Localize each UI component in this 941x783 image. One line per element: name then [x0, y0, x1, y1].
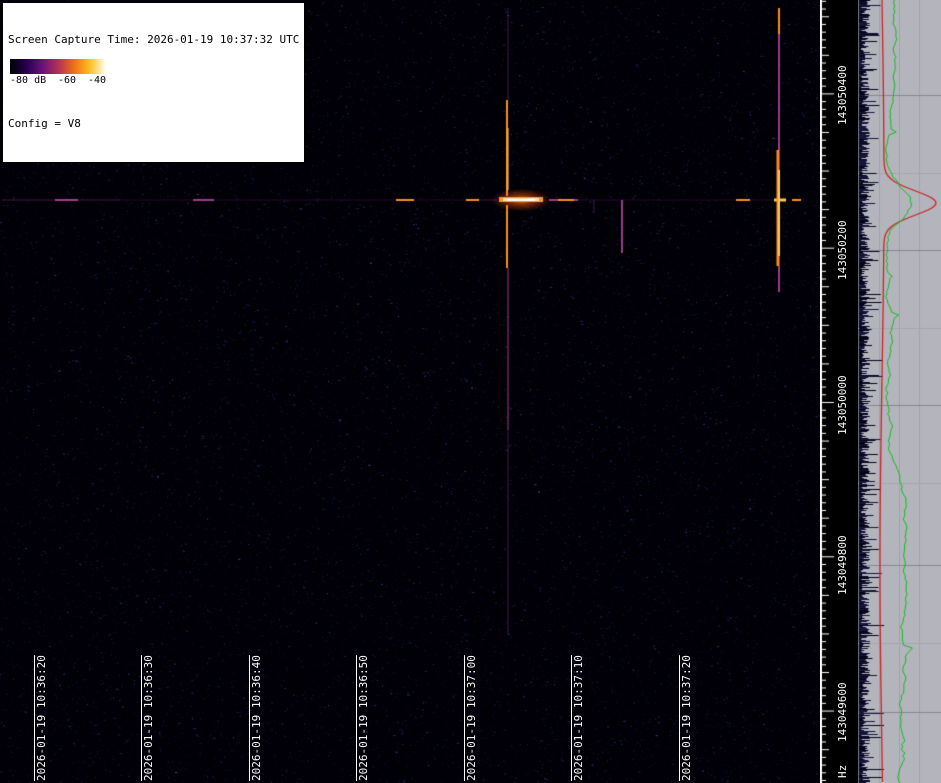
frequency-tick-label: 143049800 — [836, 535, 849, 595]
time-tick-label: 2026-01-19 10:36:50 — [357, 655, 370, 781]
colorbar-min-label: -80 dB — [10, 75, 47, 86]
spectrogram-app: Screen Capture Time: 2026-01-19 10:37:32… — [0, 0, 941, 783]
time-tick-label: 2026-01-19 10:36:40 — [250, 655, 263, 781]
colorbar-legend: -80 dB -60 -40 — [6, 56, 110, 88]
time-tick-label: 2026-01-19 10:37:20 — [680, 655, 693, 781]
colorbar-labels: -80 dB -60 -40 — [10, 75, 106, 86]
time-tick-label: 2026-01-19 10:37:00 — [465, 655, 478, 781]
capture-time-text: Screen Capture Time: 2026-01-19 10:37:32… — [8, 33, 300, 46]
config-text: Config = V8 — [8, 117, 81, 130]
colorbar-max-label: -40 — [87, 75, 106, 86]
frequency-tick-label: 143050400 — [836, 65, 849, 125]
time-tick-label: 2026-01-19 10:36:20 — [35, 655, 48, 781]
frequency-tick-label: 143049600 — [836, 682, 849, 742]
colorbar-gradient — [10, 59, 106, 74]
spectrum-panel-canvas — [858, 0, 941, 783]
time-tick-label: 2026-01-19 10:36:30 — [142, 655, 155, 781]
frequency-tick-label: 143050200 — [836, 220, 849, 280]
time-tick-label: 2026-01-19 10:37:10 — [572, 655, 585, 781]
frequency-tick-label: 143050000 — [836, 375, 849, 435]
colorbar-mid-label: -60 — [58, 75, 77, 86]
frequency-unit-label: Hz — [836, 764, 849, 778]
